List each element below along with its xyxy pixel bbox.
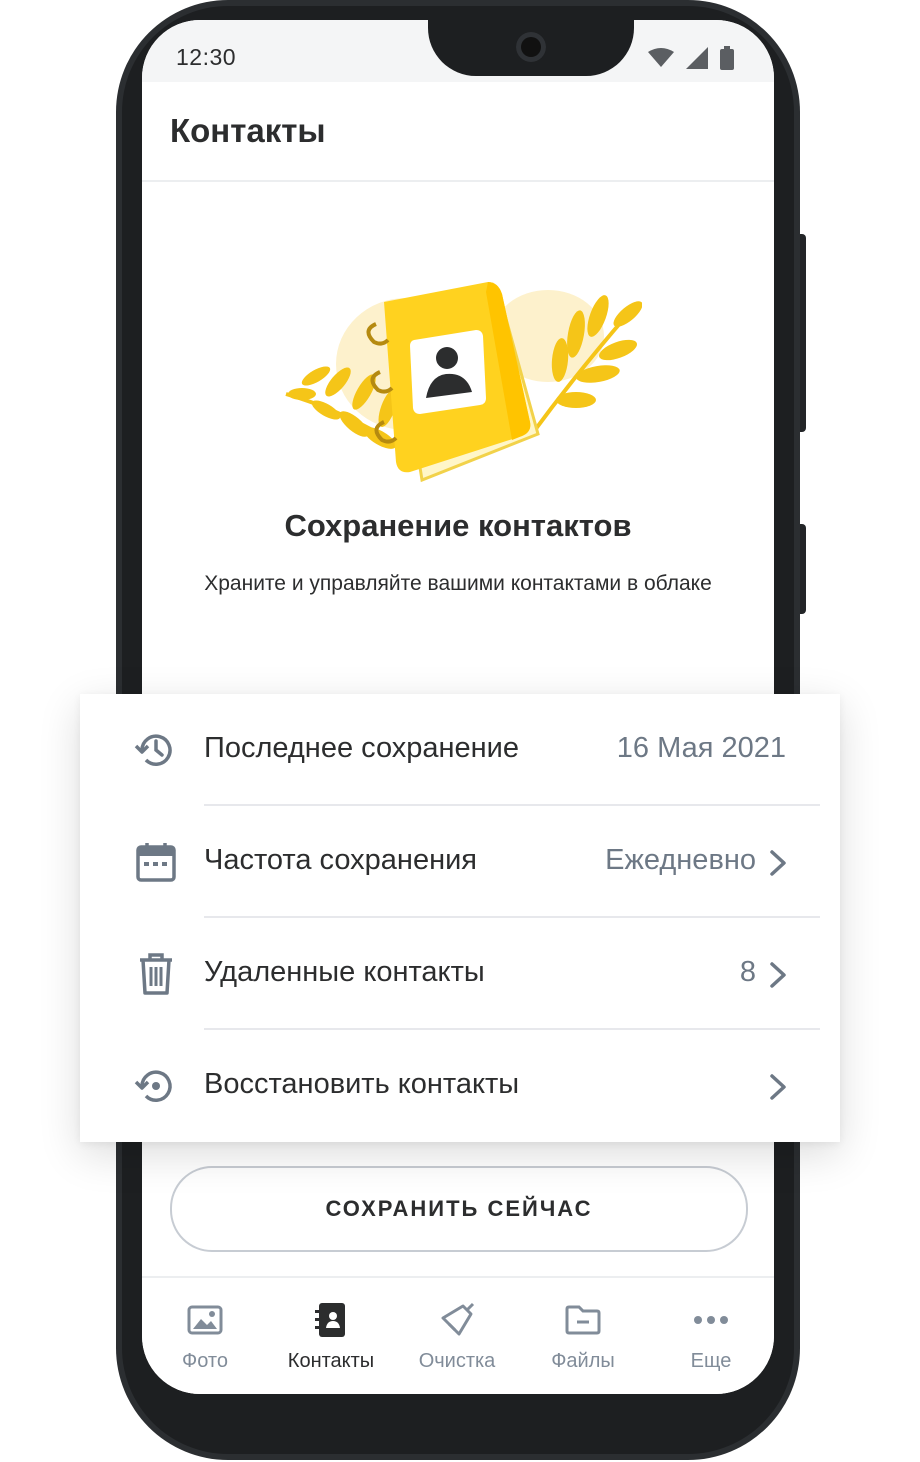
backup-frequency-value: Ежедневно — [605, 844, 756, 876]
front-camera — [516, 32, 546, 62]
contacts-notebook-illustration — [285, 282, 642, 483]
nav-label-files: Файлы — [551, 1350, 615, 1372]
restore-contacts-label: Восстановить контакты — [204, 1068, 520, 1100]
history-icon — [134, 734, 172, 766]
last-backup-label: Последнее сохранение — [204, 732, 520, 764]
app-header: Контакты — [142, 82, 774, 182]
more-dots-icon — [694, 1316, 728, 1324]
battery-icon — [720, 46, 734, 70]
deleted-contacts-label: Удаленные контакты — [204, 956, 485, 988]
nav-item-more[interactable]: Еще — [648, 1300, 774, 1373]
calendar-icon — [136, 843, 176, 882]
restore-icon — [134, 1070, 172, 1102]
backup-frequency-label: Частота сохранения — [204, 844, 477, 876]
trash-icon — [140, 953, 172, 995]
nav-item-photo[interactable]: Фото — [142, 1300, 268, 1373]
chevron-right-icon — [770, 850, 786, 876]
photo-icon — [187, 1305, 223, 1335]
wifi-icon — [648, 48, 674, 67]
save-now-button[interactable]: СОХРАНИТЬ СЕЙЧАС — [170, 1166, 748, 1252]
last-backup-row: Последнее сохранение 16 Мая 2021 — [80, 694, 840, 806]
chevron-right-icon — [770, 1074, 786, 1100]
broom-icon — [441, 1302, 475, 1336]
deleted-contacts-row[interactable]: Удаленные контакты 8 — [80, 918, 840, 1030]
signal-icon — [686, 47, 708, 69]
hero-title: Сохранение контактов — [284, 508, 632, 543]
last-backup-value: 16 Мая 2021 — [616, 732, 786, 764]
status-time: 12:30 — [176, 44, 237, 70]
backup-frequency-row[interactable]: Частота сохранения Ежедневно — [80, 806, 840, 918]
camera-notch — [428, 20, 634, 76]
nav-item-cleanup[interactable]: Очистка — [394, 1300, 520, 1373]
volume-button — [800, 234, 806, 432]
status-icons — [648, 46, 734, 70]
power-button — [800, 524, 806, 614]
backup-settings-card: Последнее сохранение 16 Мая 2021 Частота… — [80, 694, 840, 1142]
nav-item-files[interactable]: Файлы — [520, 1300, 646, 1373]
nav-label-more: Еще — [690, 1350, 732, 1372]
hero-subtitle: Храните и управляйте вашими контактами в… — [204, 572, 712, 595]
nav-label-cleanup: Очистка — [418, 1350, 496, 1372]
deleted-contacts-count: 8 — [739, 956, 756, 988]
restore-contacts-row[interactable]: Восстановить контакты — [80, 1030, 840, 1142]
page-title: Контакты — [170, 112, 326, 149]
chevron-right-icon — [770, 962, 786, 988]
nav-item-contacts[interactable]: Контакты — [268, 1300, 394, 1373]
contacts-book-icon — [315, 1303, 345, 1337]
bottom-navigation: Фото Контакты Очистка Файлы Еще — [142, 1276, 774, 1394]
nav-label-contacts: Контакты — [287, 1350, 375, 1372]
folder-icon — [565, 1305, 601, 1335]
nav-label-photo: Фото — [182, 1350, 228, 1372]
